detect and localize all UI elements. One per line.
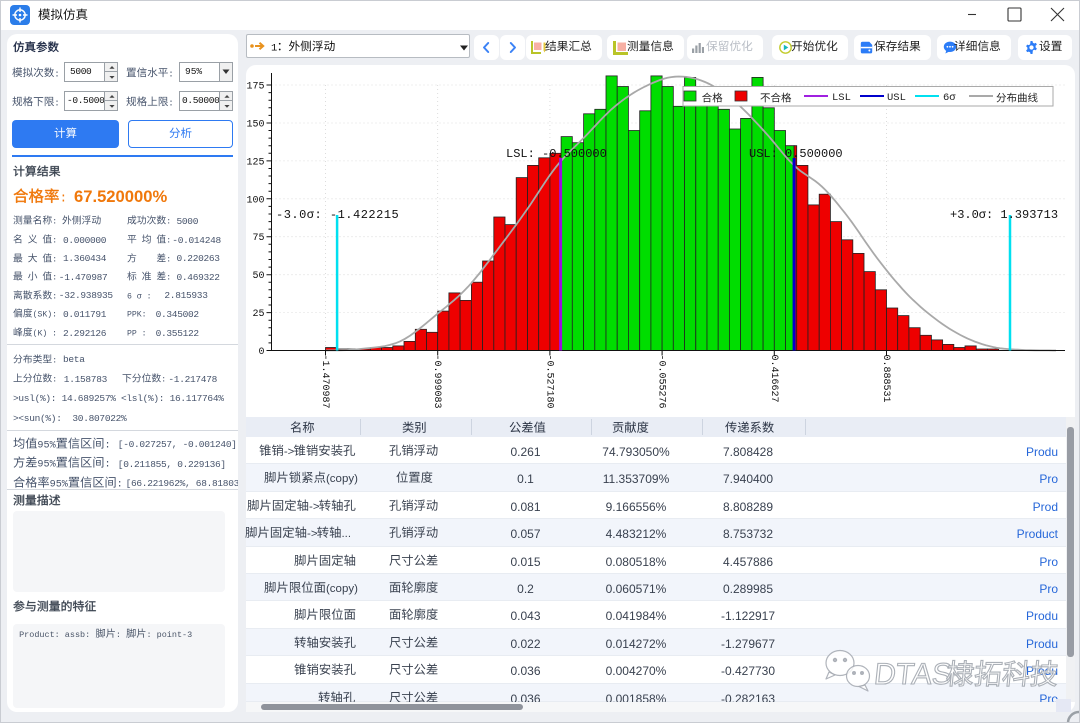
- svg-text:LSL: LSL: [832, 92, 851, 104]
- svg-text::: :: [166, 218, 171, 227]
- svg-text::: :: [52, 274, 57, 283]
- svg-text:95%: 95%: [37, 460, 56, 471]
- svg-text:->: ->: [307, 528, 318, 540]
- svg-text:PP :: PP :: [127, 330, 147, 339]
- svg-text::: :: [52, 356, 57, 365]
- svg-text::: :: [54, 98, 59, 108]
- svg-text::: :: [161, 376, 166, 385]
- svg-text:6 σ :: 6 σ :: [127, 292, 151, 301]
- svg-text:Product: assb:: Product: assb:: [19, 630, 90, 640]
- svg-text:(K) :: (K) :: [33, 329, 57, 339]
- svg-text::: :: [166, 237, 171, 246]
- svg-text:USL: 0.500000: USL: 0.500000: [749, 147, 843, 161]
- svg-text:DTAS: DTAS: [872, 658, 953, 691]
- svg-text::: :: [168, 69, 173, 79]
- svg-text:125: 125: [246, 157, 264, 168]
- svg-text::: :: [166, 274, 171, 283]
- svg-text:LSL: -0.500000: LSL: -0.500000: [506, 147, 607, 161]
- svg-text::: :: [52, 255, 57, 264]
- svg-text:(copy): (copy): [326, 473, 358, 485]
- svg-text:...: ...: [341, 528, 351, 540]
- svg-text:(SK):: (SK):: [33, 310, 57, 320]
- svg-text:100: 100: [246, 195, 264, 206]
- svg-text:75: 75: [252, 233, 264, 244]
- svg-text:PPK:: PPK:: [127, 311, 147, 320]
- svg-text:0: 0: [258, 347, 264, 358]
- svg-text::: :: [52, 218, 57, 227]
- svg-text::: :: [104, 440, 110, 451]
- svg-text:50: 50: [252, 271, 264, 282]
- svg-text::: :: [54, 69, 59, 79]
- svg-text:0.416627: 0.416627: [768, 355, 779, 403]
- svg-text:0.888531: 0.888531: [880, 355, 891, 403]
- svg-text:-0.999083: -0.999083: [431, 355, 442, 409]
- svg-text:-1.470987: -1.470987: [319, 355, 330, 409]
- svg-text::: :: [168, 98, 173, 108]
- svg-text:6σ: 6σ: [943, 92, 956, 104]
- svg-text:USL: USL: [887, 92, 906, 104]
- svg-text::: :: [52, 376, 57, 385]
- svg-text:->: ->: [309, 501, 320, 513]
- svg-text:->: ->: [284, 446, 295, 458]
- svg-text:(copy): (copy): [326, 583, 358, 595]
- svg-text::: :: [166, 255, 171, 264]
- svg-text::: :: [52, 237, 57, 246]
- svg-text::: :: [52, 292, 57, 301]
- svg-text::: :: [104, 460, 110, 471]
- svg-text::: :: [59, 191, 67, 206]
- svg-text:175: 175: [246, 82, 264, 93]
- svg-text:-3.0σ: -1.422215: -3.0σ: -1.422215: [276, 208, 399, 222]
- svg-text:25: 25: [252, 309, 264, 320]
- svg-text:150: 150: [246, 120, 264, 131]
- svg-text::: :: [116, 630, 121, 640]
- svg-text:-0.527180: -0.527180: [543, 355, 554, 409]
- svg-text:: point-3: : point-3: [146, 630, 192, 640]
- svg-text:+3.0σ: 1.393713: +3.0σ: 1.393713: [950, 208, 1058, 222]
- svg-text:-0.055276: -0.055276: [656, 355, 667, 409]
- svg-text:1: 1: [271, 42, 277, 54]
- svg-text:95%: 95%: [37, 440, 56, 451]
